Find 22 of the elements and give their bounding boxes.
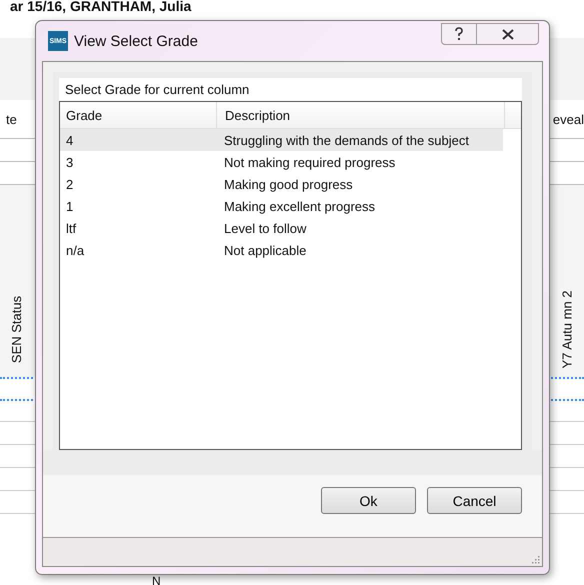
dialog-button[interactable]: Cancel	[427, 487, 522, 514]
column-header: SEN Status	[10, 296, 24, 364]
help-icon	[454, 27, 464, 41]
list-row[interactable]: ltf Level to follow	[60, 217, 503, 239]
list-row[interactable]: 4 Struggling with the demands of the subject	[60, 129, 503, 151]
list-row[interactable]: 1 Making excellent progress	[60, 195, 503, 217]
table-cell: N	[152, 575, 161, 585]
close-icon	[502, 28, 514, 40]
group-label: Select Grade for current column	[59, 78, 522, 101]
window-title: View Select Grade	[74, 32, 198, 50]
list-row[interactable]: 2 Making good progress	[60, 173, 503, 195]
column-header: eveal	[552, 112, 584, 126]
list-row[interactable]: n/a Not applicable	[60, 239, 503, 261]
column-header: Y7 Autu mn 2	[560, 290, 574, 369]
column-header[interactable]: Description	[217, 102, 505, 128]
column-header[interactable]: Grade	[60, 102, 217, 128]
column-header: te	[6, 112, 17, 126]
list-row[interactable]: 3 Not making required progress	[60, 151, 503, 173]
dialog-button[interactable]: Ok	[321, 487, 416, 514]
help-button[interactable]	[441, 23, 477, 45]
close-button[interactable]	[477, 23, 539, 45]
record-title: ar 15/16, GRANTHAM, Julia	[9, 0, 192, 16]
